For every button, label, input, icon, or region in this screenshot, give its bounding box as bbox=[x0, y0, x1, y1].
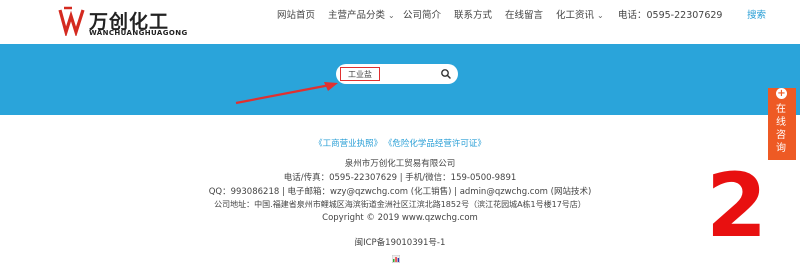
nav-news-label: 化工资讯 bbox=[556, 10, 595, 21]
nav-products-label: 主营产品分类 bbox=[328, 10, 386, 21]
footer-company: 泉州市万创化工贸易有限公司 bbox=[344, 159, 456, 169]
nav-search[interactable]: 搜索 bbox=[747, 0, 766, 32]
site-header: 万创化工 WANCHUANGHUAGONG 网站首页 主营产品分类 ⌄ 公司简介 … bbox=[0, 0, 800, 44]
nav-products[interactable]: 主营产品分类 ⌄ bbox=[328, 0, 395, 32]
plus-icon[interactable]: + bbox=[776, 88, 787, 99]
nav-news[interactable]: 化工资讯 ⌄ bbox=[556, 0, 604, 32]
footer-address: 公司地址：中国.福建省泉州市鲤城区海滨街道金洲社区江滨北路1852号（滨江花园城… bbox=[214, 200, 586, 209]
site-logo[interactable]: 万创化工 WANCHUANGHUAGONG bbox=[58, 6, 188, 38]
business-license-link[interactable]: 《工商营业执照》 bbox=[314, 139, 382, 149]
nav-message[interactable]: 在线留言 bbox=[505, 0, 543, 32]
online-consult-label[interactable]: 在 线 咨 询 bbox=[776, 103, 788, 155]
nav-home[interactable]: 网站首页 bbox=[277, 0, 315, 32]
stats-icon[interactable] bbox=[392, 255, 400, 263]
chevron-down-icon: ⌄ bbox=[388, 11, 395, 20]
footer-copyright: Copyright © 2019 www.qzwchg.com bbox=[322, 213, 478, 223]
hazardous-permit-link[interactable]: 《危险化学品经营许可证》 bbox=[388, 139, 486, 149]
nav-phone: 电话：0595-22307629 bbox=[618, 10, 723, 21]
footer-phone: 电话/传真：0595-22307629 | 手机/微信：159-0500-989… bbox=[283, 173, 517, 183]
logo-icon bbox=[58, 6, 85, 36]
annotation-arrow bbox=[235, 82, 338, 105]
nav-about[interactable]: 公司简介 bbox=[403, 0, 441, 32]
chevron-down-icon: ⌄ bbox=[597, 11, 604, 20]
logo-english-text: WANCHUANGHUAGONG bbox=[89, 29, 188, 37]
annotation-step-number: 2 bbox=[706, 154, 768, 257]
footer-contact: QQ：993086218 | 电子邮箱：wzy@qzwchg.com (化工销售… bbox=[208, 187, 592, 197]
nav-contact[interactable]: 联系方式 bbox=[454, 0, 492, 32]
footer-links: 《工商营业执照》 《危险化学品经营许可证》 bbox=[0, 137, 800, 149]
footer-icp[interactable]: 闽ICP备19010391号-1 bbox=[0, 236, 800, 248]
search-icon[interactable] bbox=[440, 67, 452, 81]
